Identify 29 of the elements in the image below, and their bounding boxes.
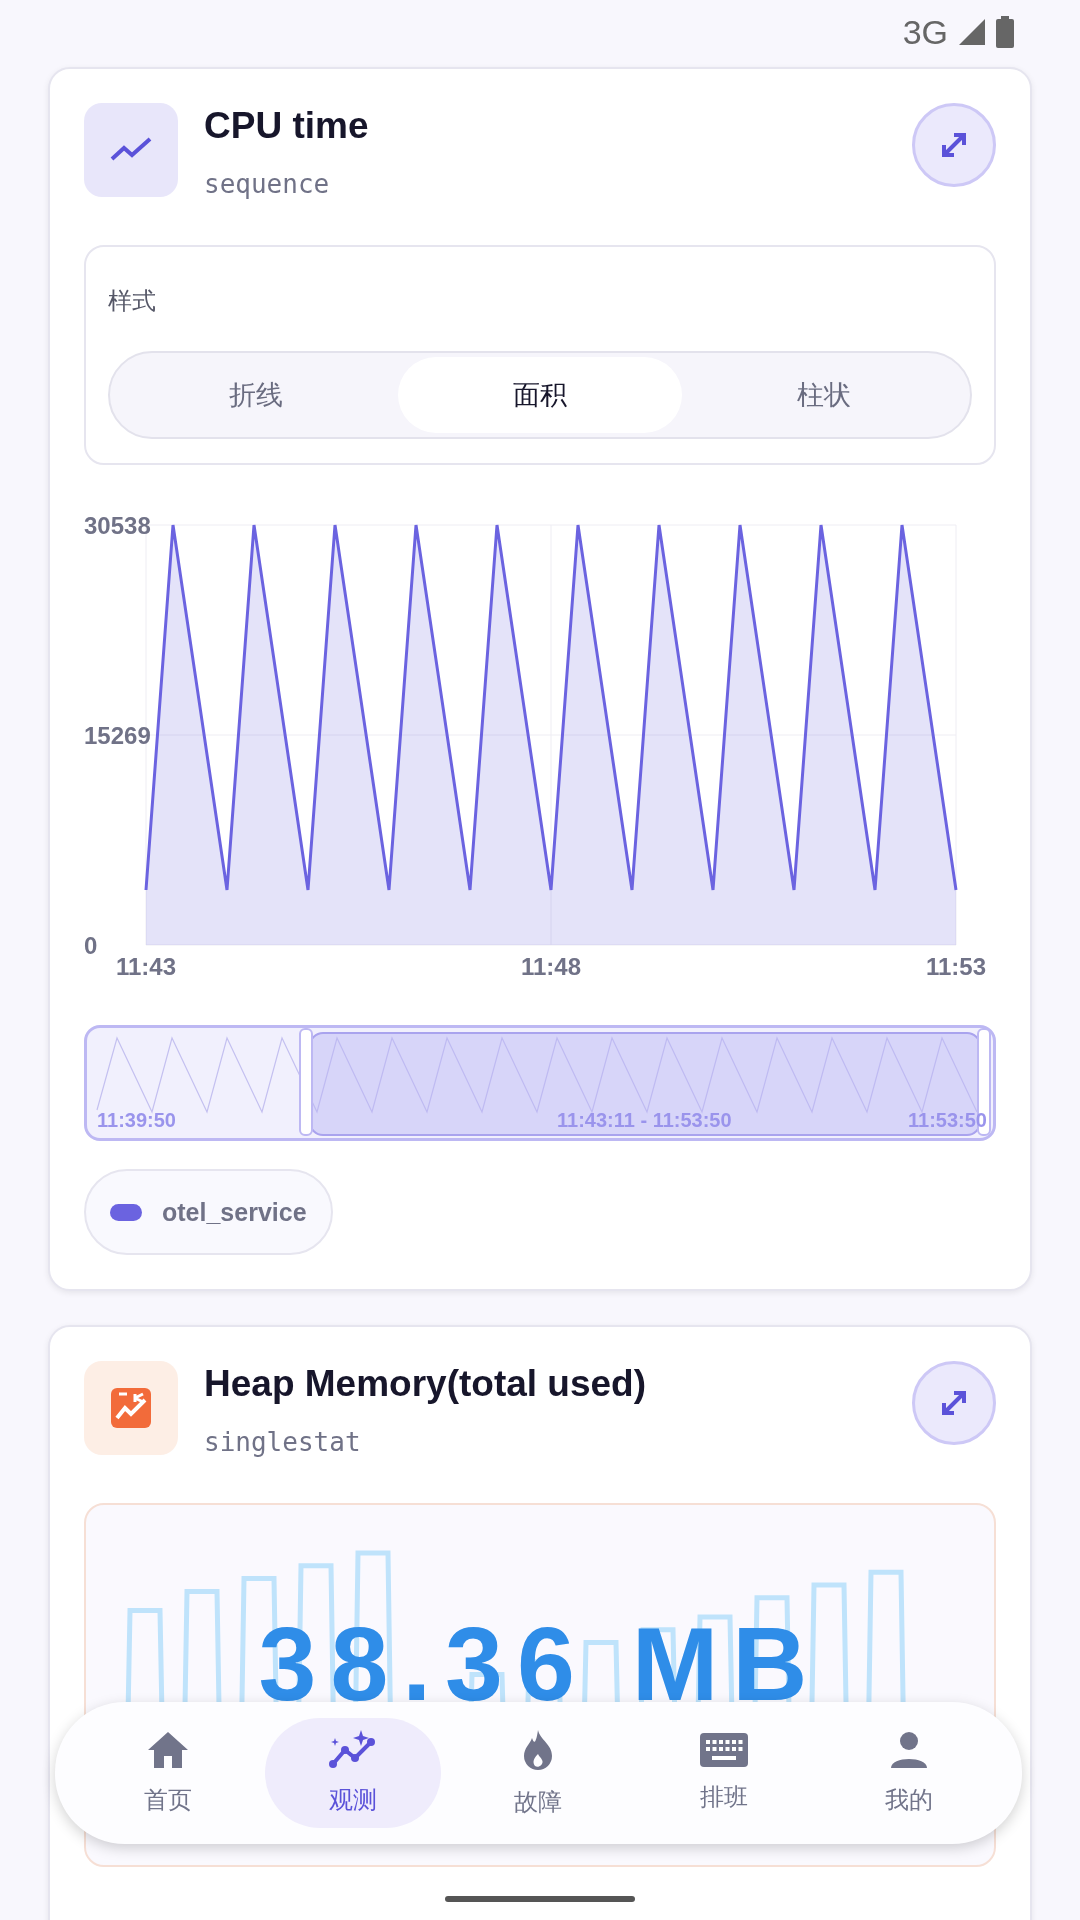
nav-tab[interactable]: 首页	[79, 1718, 256, 1828]
legend-chip[interactable]: otel_service	[84, 1169, 333, 1255]
y-axis-label: 30538	[84, 512, 151, 539]
keyboard-icon	[699, 1733, 748, 1767]
range-start-label: 11:39:50	[97, 1109, 176, 1132]
card-title: Heap Memory(total used)	[204, 1363, 647, 1405]
battery-icon	[996, 16, 1014, 48]
style-label: 样式	[108, 286, 157, 317]
signal-icon	[958, 18, 986, 46]
network-label: 3G	[902, 12, 948, 52]
person-icon	[889, 1730, 930, 1770]
range-end-label: 11:53:50	[908, 1109, 987, 1132]
chart-icon	[84, 1361, 178, 1455]
legend-label: otel_service	[162, 1197, 307, 1227]
nav-tab[interactable]: 观测	[265, 1718, 442, 1828]
card-title: CPU time	[204, 105, 370, 147]
y-axis-label: 0	[84, 932, 98, 959]
x-axis-label: 11:48	[520, 953, 582, 980]
nav-tab[interactable]: 我的	[821, 1718, 998, 1828]
card-type-label: singlestat	[204, 1427, 362, 1457]
x-axis-label: 11:53	[925, 953, 987, 980]
style-option[interactable]: 面积	[398, 357, 682, 433]
y-axis-label: 15269	[84, 722, 151, 749]
style-option[interactable]: 柱状	[682, 357, 966, 433]
range-handle[interactable]	[299, 1028, 313, 1136]
x-axis-label: 11:43	[115, 953, 177, 980]
style-option[interactable]: 折线	[114, 357, 398, 433]
range-selection-label: 11:43:11 - 11:53:50	[557, 1109, 732, 1132]
card-type-label: sequence	[204, 169, 331, 199]
